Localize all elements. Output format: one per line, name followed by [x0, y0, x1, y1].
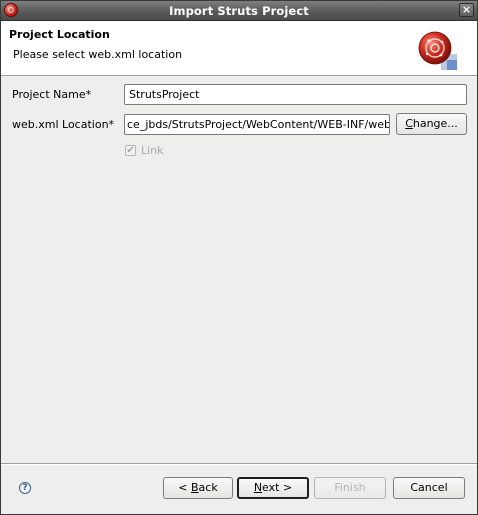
- webxml-location-label: web.xml Location*: [12, 118, 115, 131]
- cancel-button[interactable]: Cancel: [393, 477, 465, 499]
- link-checkbox-label: Link: [141, 144, 164, 157]
- close-icon[interactable]: ×: [459, 3, 474, 17]
- project-name-input[interactable]: StrutsProject: [124, 84, 467, 105]
- webxml-location-input[interactable]: ce_jbds/StrutsProject/WebContent/WEB-INF…: [124, 114, 390, 135]
- window-title: Import Struts Project: [169, 4, 309, 18]
- project-name-label: Project Name*: [12, 88, 92, 101]
- next-button[interactable]: Next >: [237, 477, 309, 499]
- wizard-banner-icon: [418, 31, 457, 70]
- back-button[interactable]: < Back: [163, 477, 233, 499]
- back-button-mnemonic: B: [191, 481, 199, 494]
- wizard-header: Project Location Please select web.xml l…: [1, 21, 477, 76]
- help-icon[interactable]: ?: [19, 482, 31, 494]
- change-button-mnemonic: C: [405, 117, 413, 130]
- finish-button[interactable]: Finish: [314, 477, 386, 499]
- next-button-mnemonic: N: [253, 481, 263, 494]
- change-button-label-suffix: hange...: [412, 117, 458, 130]
- back-button-label-suffix: ack: [198, 481, 218, 494]
- title-bar[interactable]: Import Struts Project ×: [1, 1, 477, 21]
- link-checkbox[interactable]: ✔: [125, 145, 136, 156]
- page-description: Please select web.xml location: [13, 48, 183, 61]
- next-button-label-suffix: ext >: [262, 481, 293, 494]
- back-button-label-prefix: <: [178, 481, 191, 494]
- import-struts-project-dialog: Import Struts Project × Project Location…: [0, 0, 478, 515]
- button-bar-separator: [1, 463, 477, 465]
- page-title: Project Location: [9, 28, 110, 41]
- change-button[interactable]: Change...: [396, 113, 467, 135]
